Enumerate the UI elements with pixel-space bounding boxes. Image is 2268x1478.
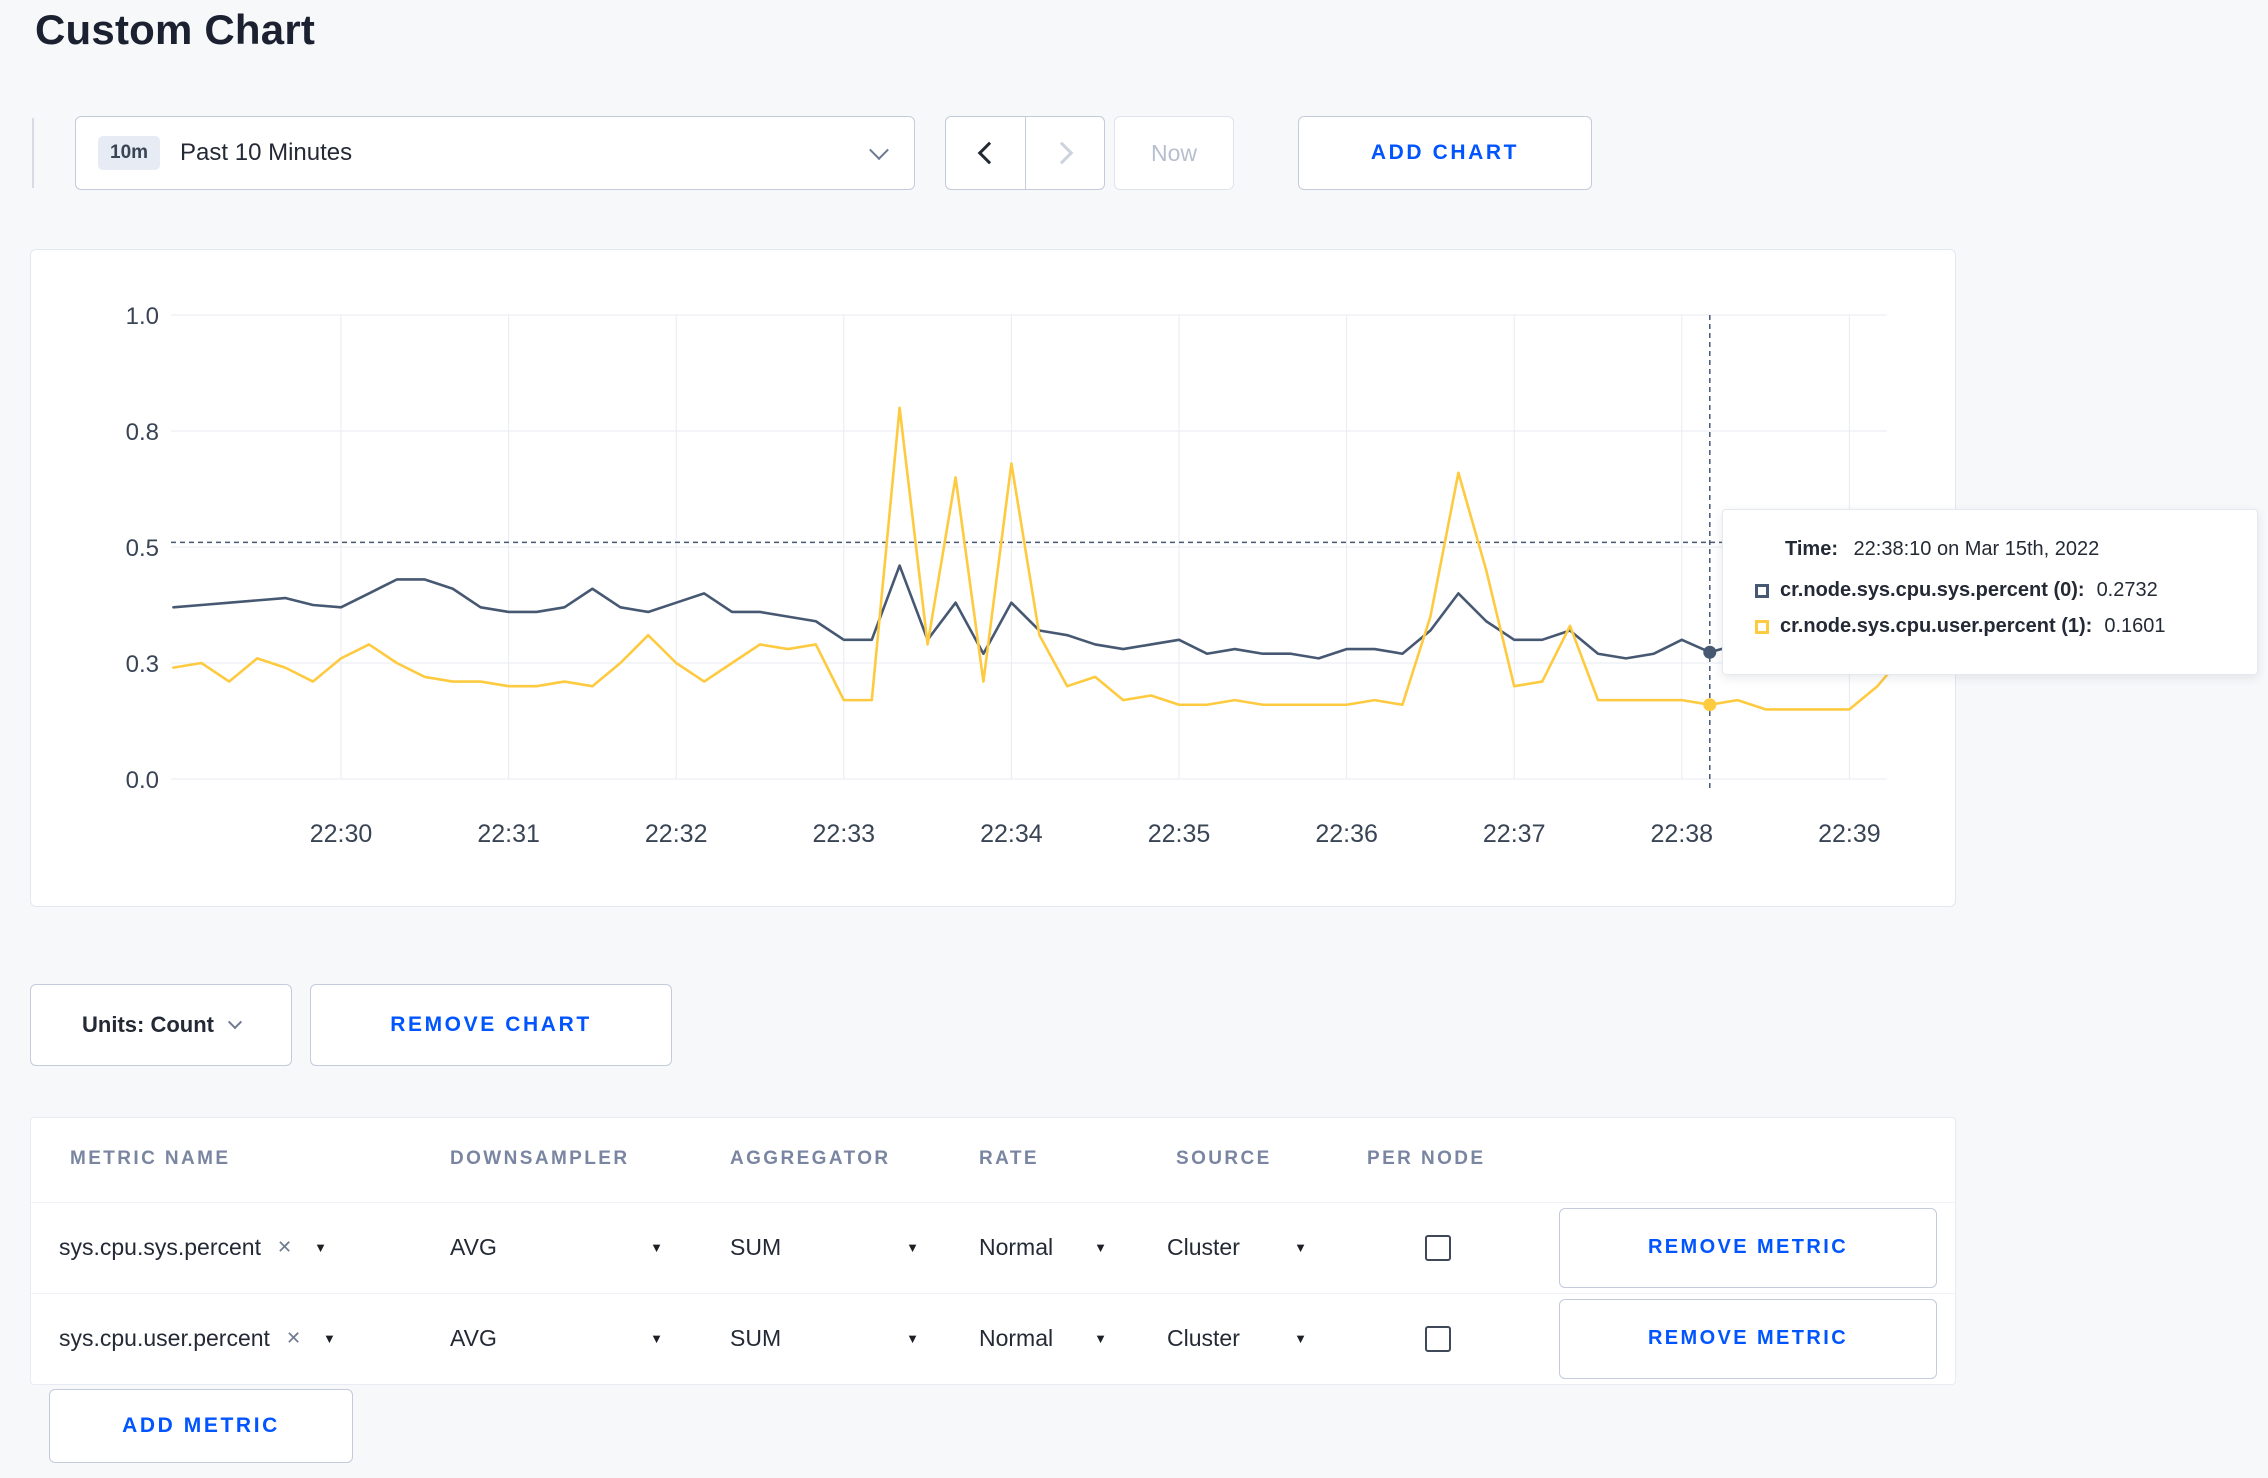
svg-text:22:30: 22:30 [310, 820, 373, 848]
col-header-metric-name: METRIC NAME [70, 1148, 231, 1169]
col-header-per-node: PER NODE [1367, 1148, 1486, 1169]
per-node-checkbox[interactable] [1425, 1234, 1451, 1261]
tooltip-time-row: Time: 22:38:10 on Mar 15th, 2022 [1785, 538, 2237, 561]
caret-down-icon: ▼ [650, 1331, 663, 1346]
svg-text:0.5: 0.5 [126, 535, 159, 562]
caret-down-icon: ▼ [1094, 1331, 1107, 1346]
svg-text:22:38: 22:38 [1651, 820, 1714, 848]
time-range-badge: 10m [98, 136, 161, 170]
table-row: sys.cpu.user.percent ✕ ▼ AVG ▼ SUM ▼ Nor… [31, 1293, 1955, 1384]
per-node-checkbox[interactable] [1425, 1325, 1451, 1352]
aggregator-select[interactable]: SUM ▼ [730, 1202, 919, 1293]
remove-metric-button[interactable]: REMOVE METRIC [1559, 1298, 1937, 1379]
rate-value: Normal [979, 1325, 1054, 1351]
remove-chart-button[interactable]: REMOVE CHART [310, 984, 672, 1066]
col-header-source: SOURCE [1176, 1148, 1272, 1169]
chevron-down-icon [227, 1015, 243, 1030]
downsampler-value: AVG [450, 1325, 497, 1351]
aggregator-value: SUM [730, 1234, 782, 1260]
caret-down-icon: ▼ [906, 1331, 919, 1346]
caret-down-icon: ▼ [314, 1240, 327, 1255]
chevron-down-icon [869, 140, 889, 161]
chart-tooltip: Time: 22:38:10 on Mar 15th, 2022 cr.node… [1722, 509, 2258, 675]
aggregator-value: SUM [730, 1325, 782, 1351]
time-range-dropdown[interactable]: 10m Past 10 Minutes [75, 116, 915, 190]
series-swatch-user-icon [1755, 619, 1769, 634]
svg-text:22:34: 22:34 [980, 820, 1043, 848]
source-value: Cluster [1167, 1234, 1240, 1260]
svg-text:22:37: 22:37 [1483, 820, 1546, 848]
downsampler-value: AVG [450, 1234, 497, 1260]
col-header-rate: RATE [979, 1148, 1039, 1169]
units-label: Units: Count [82, 1012, 214, 1037]
caret-down-icon: ▼ [650, 1240, 663, 1255]
units-dropdown[interactable]: Units: Count [30, 984, 292, 1066]
next-time-button[interactable] [1025, 116, 1105, 190]
chevron-left-icon [977, 141, 1000, 165]
downsampler-select[interactable]: AVG ▼ [450, 1202, 663, 1293]
svg-text:22:32: 22:32 [645, 820, 708, 848]
caret-down-icon: ▼ [1094, 1240, 1107, 1255]
svg-text:0.0: 0.0 [126, 767, 159, 794]
tooltip-time-label: Time: [1785, 538, 1838, 560]
svg-text:22:35: 22:35 [1148, 820, 1211, 848]
tooltip-series-row: cr.node.sys.cpu.user.percent (1): 0.1601 [1755, 615, 2237, 638]
now-button[interactable]: Now [1114, 116, 1234, 190]
svg-text:1.0: 1.0 [126, 303, 159, 330]
series-swatch-sys-icon [1755, 583, 1769, 598]
table-row: sys.cpu.sys.percent ✕ ▼ AVG ▼ SUM ▼ Norm… [31, 1202, 1955, 1293]
prev-time-button[interactable] [945, 116, 1025, 190]
per-node-cell [1425, 1293, 1451, 1384]
source-select[interactable]: Cluster ▼ [1167, 1293, 1307, 1384]
rate-select[interactable]: Normal ▼ [979, 1293, 1107, 1384]
metric-name-value: sys.cpu.user.percent [59, 1325, 270, 1351]
chevron-right-icon [1050, 141, 1074, 165]
tooltip-series-label: cr.node.sys.cpu.user.percent (1): [1780, 615, 2093, 637]
aggregator-select[interactable]: SUM ▼ [730, 1293, 919, 1384]
toolbar-divider [32, 118, 34, 188]
line-chart[interactable]: 0.0 0.3 0.5 0.8 1.0 22:30 22:31 22:32 22:33 22:34… [31, 250, 1955, 906]
rate-value: Normal [979, 1234, 1054, 1260]
svg-text:22:39: 22:39 [1818, 820, 1881, 848]
time-pager [945, 116, 1105, 190]
tooltip-series-row: cr.node.sys.cpu.sys.percent (0): 0.2732 [1755, 579, 2237, 602]
caret-down-icon: ▼ [1294, 1240, 1307, 1255]
chart-card[interactable]: 0.0 0.3 0.5 0.8 1.0 22:30 22:31 22:32 22:33 22:34… [30, 249, 1956, 907]
tooltip-series-value: 0.2732 [2096, 579, 2158, 601]
remove-metric-button[interactable]: REMOVE METRIC [1559, 1207, 1937, 1288]
clear-metric-icon[interactable]: ✕ [277, 1237, 292, 1258]
caret-down-icon: ▼ [1294, 1331, 1307, 1346]
caret-down-icon: ▼ [323, 1331, 336, 1346]
metric-name-select[interactable]: sys.cpu.user.percent ✕ ▼ [59, 1293, 336, 1384]
tooltip-series-value: 0.1601 [2104, 615, 2166, 637]
svg-text:0.3: 0.3 [126, 651, 159, 678]
clear-metric-icon[interactable]: ✕ [286, 1328, 301, 1349]
svg-text:0.8: 0.8 [126, 419, 159, 446]
rate-select[interactable]: Normal ▼ [979, 1202, 1107, 1293]
svg-text:22:31: 22:31 [477, 820, 540, 848]
downsampler-select[interactable]: AVG ▼ [450, 1293, 663, 1384]
svg-text:22:33: 22:33 [813, 820, 876, 848]
metric-name-value: sys.cpu.sys.percent [59, 1234, 261, 1260]
time-range-label: Past 10 Minutes [180, 139, 353, 166]
per-node-cell [1425, 1202, 1451, 1293]
col-header-aggregator: AGGREGATOR [730, 1148, 891, 1169]
source-value: Cluster [1167, 1325, 1240, 1351]
tooltip-series-label: cr.node.sys.cpu.sys.percent (0): [1780, 579, 2085, 601]
add-metric-button[interactable]: ADD METRIC [49, 1389, 353, 1463]
metrics-table: METRIC NAME DOWNSAMPLER AGGREGATOR RATE … [30, 1117, 1956, 1385]
svg-text:22:36: 22:36 [1315, 820, 1378, 848]
metric-name-select[interactable]: sys.cpu.sys.percent ✕ ▼ [59, 1202, 327, 1293]
custom-chart-page: Custom Chart 10m Past 10 Minutes Now ADD… [0, 0, 2268, 1478]
page-title: Custom Chart [35, 6, 316, 53]
col-header-downsampler: DOWNSAMPLER [450, 1148, 630, 1169]
caret-down-icon: ▼ [906, 1240, 919, 1255]
tooltip-time-value: 22:38:10 on Mar 15th, 2022 [1853, 538, 2100, 560]
add-chart-button[interactable]: ADD CHART [1298, 116, 1592, 190]
source-select[interactable]: Cluster ▼ [1167, 1202, 1307, 1293]
